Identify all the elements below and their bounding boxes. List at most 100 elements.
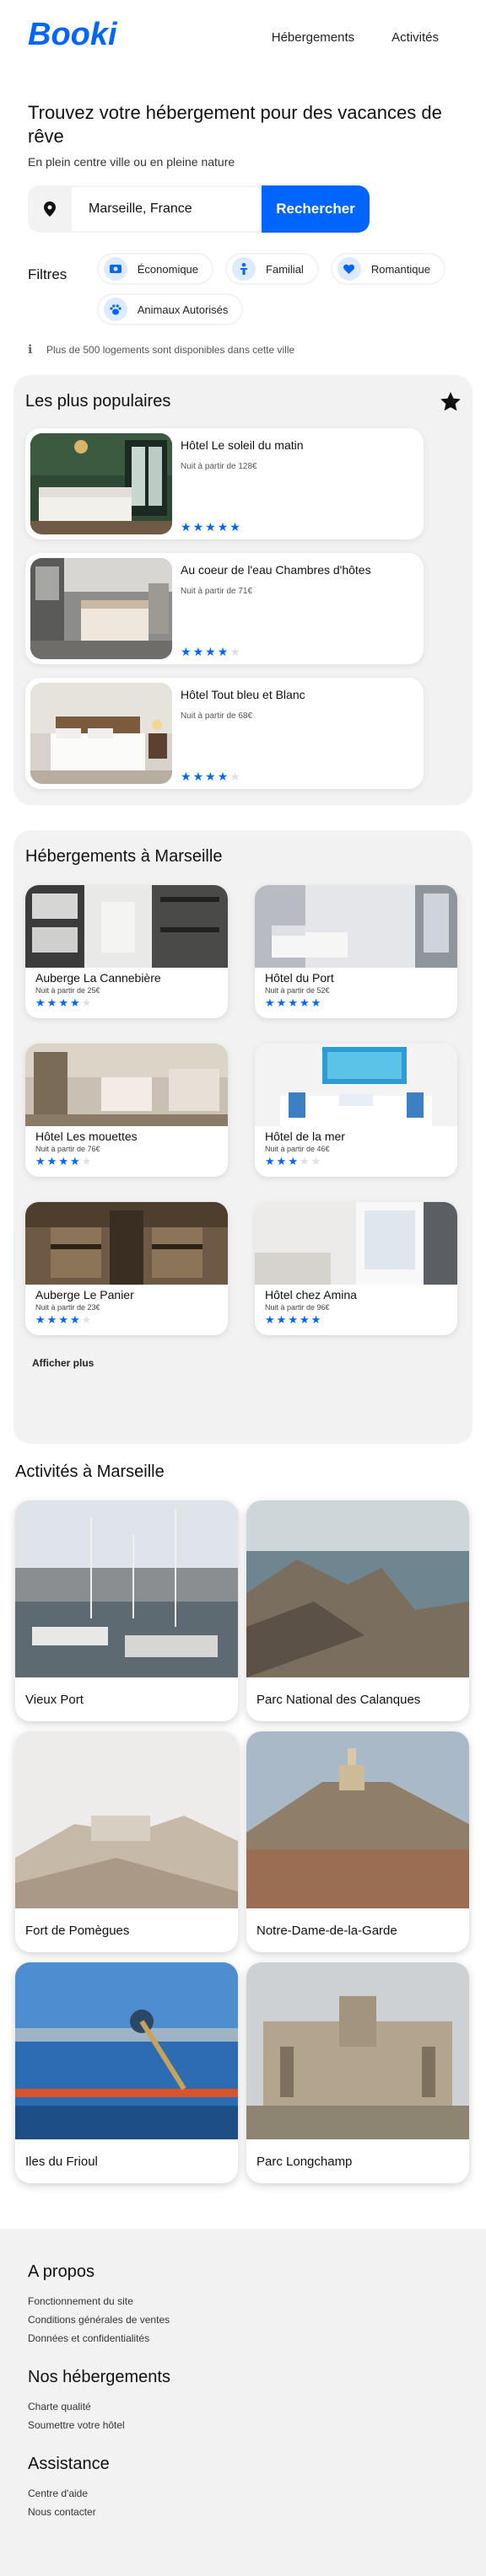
filters-label: Filtres: [28, 266, 68, 282]
footer-group-assistance: Assistance Centre d'aide Nous contacter: [28, 2455, 458, 2521]
rating-stars: ★★★★★: [35, 1155, 218, 1168]
star-filled-icon: ★: [58, 996, 70, 1009]
nav-hebergements[interactable]: Hébergements: [272, 30, 354, 45]
popular-section: Les plus populaires Hôtel Le soleil du m…: [14, 375, 472, 805]
availability-text: Plus de 500 logements sont disponibles d…: [46, 343, 295, 356]
star-filled-icon: ★: [35, 1155, 47, 1167]
star-filled-icon: ★: [310, 1313, 323, 1326]
footer-group-apropos: A propos Fonctionnement du site Conditio…: [28, 2262, 458, 2348]
hebergement-card[interactable]: Hôtel Les mouettes Nuit à partir de 76€ …: [25, 1044, 228, 1177]
filter-chip-economique[interactable]: Économique: [96, 253, 214, 285]
booki-logo[interactable]: Booki: [28, 17, 117, 53]
star-filled-icon: ★: [288, 1155, 300, 1167]
star-filled-icon: ★: [265, 1155, 277, 1167]
star-filled-icon: ★: [46, 1313, 59, 1326]
hebergement-card[interactable]: Auberge Le Panier Nuit à partir de 23€ ★…: [25, 1202, 228, 1335]
activity-card[interactable]: Vieux Port: [15, 1500, 238, 1721]
hebergement-card[interactable]: Hôtel de la mer Nuit à partir de 46€ ★ ★ ★…: [255, 1044, 457, 1177]
popular-title: Les plus populaires: [25, 392, 171, 411]
footer-link[interactable]: Charte qualité: [28, 2397, 458, 2416]
paw-icon: [103, 298, 127, 321]
hotel-photo: [255, 1044, 457, 1126]
hebergement-card[interactable]: Hôtel chez Amina Nuit à partir de 96€ ★★…: [255, 1202, 457, 1335]
star-empty-icon: ★: [230, 645, 242, 658]
hotel-name: Hôtel Tout bleu et Blanc: [181, 688, 305, 701]
hebergement-card[interactable]: Auberge La Cannebière Nuit à partir de 2…: [25, 885, 228, 1018]
popular-list: Hôtel Le soleil du matin Nuit à partir d…: [25, 428, 461, 789]
star-filled-icon: ★: [46, 1155, 59, 1167]
footer-heading: Nos hébergements: [28, 2368, 170, 2386]
hotel-photo: [255, 885, 457, 968]
activity-card[interactable]: Iles du Frioul: [15, 1962, 238, 2183]
star-filled-icon: ★: [192, 645, 206, 658]
nav-activites[interactable]: Activités: [392, 30, 439, 45]
footer-link[interactable]: Conditions générales de ventes: [28, 2310, 458, 2329]
hebergement-card[interactable]: Hôtel du Port Nuit à partir de 52€ ★★★★★: [255, 885, 457, 1018]
rating-stars: ★★★★★: [181, 770, 242, 784]
star-empty-icon: ★: [81, 1313, 94, 1326]
activity-photo: [15, 1962, 238, 2139]
footer-link[interactable]: Fonctionnement du site: [28, 2292, 458, 2310]
star-empty-icon: ★: [81, 996, 94, 1009]
activites-title: Activités à Marseille: [15, 1462, 165, 1481]
activity-label: Notre-Dame-de-la-Garde: [256, 1924, 397, 1938]
star-empty-icon: ★: [81, 1155, 94, 1167]
hotel-photo: [25, 885, 228, 968]
activity-card[interactable]: Notre-Dame-de-la-Garde: [246, 1731, 469, 1952]
footer-link[interactable]: Données et confidentialités: [28, 2329, 458, 2348]
hotel-price: Nuit à partir de 52€: [265, 986, 330, 995]
activity-photo: [246, 1962, 469, 2139]
footer-link[interactable]: Nous contacter: [28, 2503, 458, 2521]
hotel-name: Hôtel de la mer: [265, 1130, 345, 1143]
footer-link[interactable]: Soumettre votre hôtel: [28, 2416, 458, 2434]
star-filled-icon: ★: [181, 770, 193, 783]
activity-card[interactable]: Parc Longchamp: [246, 1962, 469, 2183]
show-more-link[interactable]: Afficher plus: [25, 1357, 461, 1369]
hotel-price: Nuit à partir de 71€: [181, 587, 253, 596]
star-filled-icon: ★: [69, 1155, 82, 1167]
star-filled-icon: ★: [192, 770, 206, 783]
hotel-price: Nuit à partir de 46€: [265, 1145, 330, 1153]
heart-icon: [337, 257, 361, 281]
hotel-photo: [25, 1202, 228, 1285]
star-empty-icon: ★: [310, 1155, 323, 1167]
star-filled-icon: ★: [288, 1313, 300, 1326]
filter-chip-animaux[interactable]: Animaux Autorisés: [96, 293, 244, 325]
activity-photo: [15, 1731, 238, 1908]
hebergements-grid: Auberge La Cannebière Nuit à partir de 2…: [25, 885, 461, 1335]
star-filled-icon: ★: [288, 996, 300, 1009]
footer-link[interactable]: Centre d'aide: [28, 2484, 458, 2503]
activity-photo: [246, 1500, 469, 1677]
footer-heading: A propos: [28, 2262, 94, 2281]
popular-card[interactable]: Au coeur de l'eau Chambres d'hôtes Nuit …: [25, 553, 424, 664]
money-icon: [103, 257, 127, 281]
search-input[interactable]: Marseille, France: [72, 185, 262, 233]
search-bar: Marseille, France Rechercher: [28, 185, 370, 233]
popular-card[interactable]: Hôtel Tout bleu et Blanc Nuit à partir d…: [25, 678, 424, 789]
filter-chip-familial[interactable]: Familial: [225, 253, 319, 285]
hotel-name: Hôtel Les mouettes: [35, 1130, 138, 1143]
activity-label: Iles du Frioul: [25, 2155, 98, 2169]
rating-stars: ★★★★★: [35, 1313, 218, 1327]
activity-card[interactable]: Fort de Pomègues: [15, 1731, 238, 1952]
footer-heading: Assistance: [28, 2455, 110, 2473]
star-filled-icon: ★: [181, 520, 193, 534]
hotel-photo: [25, 1044, 228, 1126]
hotel-price: Nuit à partir de 68€: [181, 711, 253, 721]
hotel-price: Nuit à partir de 25€: [35, 986, 100, 995]
hotel-price: Nuit à partir de 76€: [35, 1145, 100, 1153]
activity-card[interactable]: Parc National des Calanques: [246, 1500, 469, 1721]
activity-photo: [246, 1731, 469, 1908]
location-pin-icon: [28, 185, 72, 233]
popular-card[interactable]: Hôtel Le soleil du matin Nuit à partir d…: [25, 428, 424, 539]
star-filled-icon: ★: [205, 645, 218, 658]
activity-label: Fort de Pomègues: [25, 1924, 130, 1938]
search-button[interactable]: Rechercher: [262, 185, 370, 233]
activites-section: Activités à Marseille Vieux Port Parc Na…: [0, 1444, 486, 2183]
hero-subtitle: En plein centre ville ou en pleine natur…: [28, 155, 235, 169]
filter-chip-romantique[interactable]: Romantique: [330, 253, 446, 285]
star-filled-icon: ★: [69, 1313, 82, 1326]
star-filled-icon: ★: [299, 1313, 311, 1326]
star-filled-icon: ★: [69, 996, 82, 1009]
hotel-photo: [255, 1202, 457, 1285]
